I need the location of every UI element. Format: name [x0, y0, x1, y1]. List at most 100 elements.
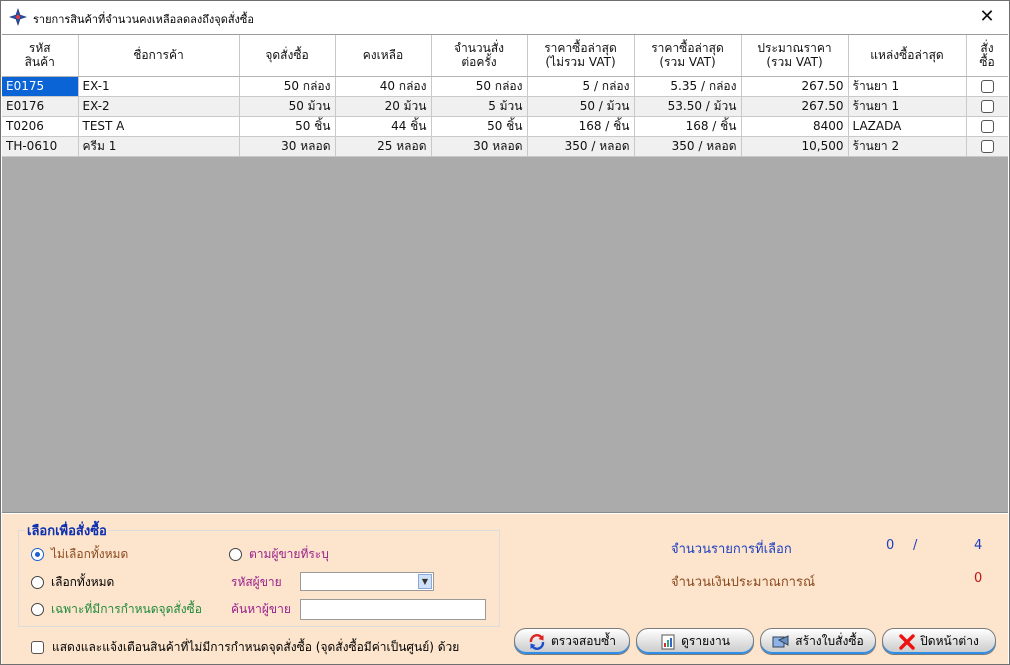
- cell-remaining[interactable]: 44 ชิ้น: [335, 116, 432, 137]
- purchase-order-icon: [772, 634, 789, 647]
- show-unset-reorder-checkbox[interactable]: [31, 641, 44, 654]
- cell-estimate[interactable]: 8400: [741, 116, 849, 137]
- cell-remaining[interactable]: 40 กล่อง: [335, 76, 432, 97]
- reorder-window: รายการสินค้าที่จำนวนคงเหลือลดลงถึงจุดสั่…: [0, 0, 1010, 665]
- table-row[interactable]: E0176 EX-2 50 ม้วน 20 ม้วน 5 ม้วน 50 / ม…: [2, 96, 1008, 117]
- vendor-search-input[interactable]: [300, 599, 486, 620]
- chevron-down-icon[interactable]: ▼: [418, 574, 432, 589]
- cell-estimate[interactable]: 267.50: [741, 96, 849, 117]
- order-checkbox[interactable]: [980, 80, 994, 93]
- col-header-order[interactable]: สั่ง ซื้อ: [966, 35, 1008, 77]
- radio-dot[interactable]: [31, 603, 44, 616]
- col-header-estimate[interactable]: ประมาณราคา (รวม VAT): [741, 35, 849, 77]
- cell-code[interactable]: TH-0610: [2, 136, 79, 157]
- check-again-button[interactable]: ตรวจสอบซ้ำ: [514, 628, 630, 655]
- close-window-label: ปิดหน้าต่าง: [920, 634, 979, 648]
- close-window-button[interactable]: ปิดหน้าต่าง: [882, 628, 996, 655]
- cell-reorder-point[interactable]: 30 หลอด: [239, 136, 336, 157]
- show-unset-reorder-option[interactable]: แสดงและแจ้งเตือนสินค้าที่ไม่มีการกำหนดจุ…: [31, 638, 459, 657]
- cell-price-inc-vat[interactable]: 53.50 / ม้วน: [634, 96, 742, 117]
- cell-estimate[interactable]: 267.50: [741, 76, 849, 97]
- estimated-amount-label: จำนวนเงินประมาณการณ์: [671, 575, 816, 590]
- close-icon: [899, 633, 915, 650]
- view-report-label: ดูรายงาน: [681, 634, 730, 648]
- cell-name[interactable]: TEST A: [78, 116, 240, 137]
- cell-price-inc-vat[interactable]: 5.35 / กล่อง: [634, 76, 742, 97]
- cell-order-qty[interactable]: 30 หลอด: [431, 136, 528, 157]
- cell-code[interactable]: T0206: [2, 116, 79, 137]
- view-report-button[interactable]: ดูรายงาน: [636, 628, 754, 655]
- order-checkbox[interactable]: [980, 120, 994, 133]
- select-group-title: เลือกเพื่อสั่งซื้อ: [25, 520, 109, 541]
- col-header-reorder-point[interactable]: จุดสั่งซื้อ: [239, 35, 336, 77]
- cell-reorder-point[interactable]: 50 ม้วน: [239, 96, 336, 117]
- selected-count-label: จำนวนรายการที่เลือก: [671, 542, 792, 557]
- cell-name[interactable]: EX-1: [78, 76, 240, 97]
- vendor-code-label: รหัสผู้ขาย: [231, 575, 282, 589]
- cell-source[interactable]: ร้านยา 1: [848, 96, 967, 117]
- cell-order-qty[interactable]: 50 ชิ้น: [431, 116, 528, 137]
- report-icon: [661, 634, 675, 649]
- col-header-code[interactable]: รหัส สินค้า: [2, 35, 79, 77]
- table-row[interactable]: E0175 EX-1 50 กล่อง 40 กล่อง 50 กล่อง 5 …: [2, 76, 1008, 97]
- grid-header-row: รหัส สินค้า ชื่อการค้า จุดสั่งซื้อ คงเหล…: [2, 35, 1008, 77]
- radio-select-none[interactable]: ไม่เลือกทั้งหมด: [31, 545, 128, 564]
- cell-order-checkbox[interactable]: [966, 116, 1008, 137]
- radio-by-vendor[interactable]: ตามผู้ขายที่ระบุ: [229, 545, 329, 564]
- radio-dot-selected[interactable]: [31, 548, 44, 561]
- window-title: รายการสินค้าที่จำนวนคงเหลือลดลงถึงจุดสั่…: [33, 13, 254, 26]
- cell-reorder-point[interactable]: 50 ชิ้น: [239, 116, 336, 137]
- estimated-amount-value: 0: [974, 571, 983, 586]
- col-header-name[interactable]: ชื่อการค้า: [78, 35, 240, 77]
- cell-price-ex-vat[interactable]: 50 / ม้วน: [527, 96, 635, 117]
- show-unset-reorder-label: แสดงและแจ้งเตือนสินค้าที่ไม่มีการกำหนดจุ…: [52, 640, 460, 654]
- cell-price-ex-vat[interactable]: 168 / ชิ้น: [527, 116, 635, 137]
- cell-price-ex-vat[interactable]: 350 / หลอด: [527, 136, 635, 157]
- cell-name[interactable]: EX-2: [78, 96, 240, 117]
- col-header-remaining[interactable]: คงเหลือ: [335, 35, 432, 77]
- cell-order-qty[interactable]: 5 ม้วน: [431, 96, 528, 117]
- radio-reorder-defined-only[interactable]: เฉพาะที่มีการกำหนดจุดสั่งซื้อ: [31, 600, 202, 619]
- table-row[interactable]: T0206 TEST A 50 ชิ้น 44 ชิ้น 50 ชิ้น 168…: [2, 116, 1008, 137]
- cell-order-checkbox[interactable]: [966, 136, 1008, 157]
- window-close-icon[interactable]: ✕: [967, 1, 1007, 32]
- col-header-order-qty[interactable]: จำนวนสั่ง ต่อครั้ง: [431, 35, 528, 77]
- col-header-price-inc-vat[interactable]: ราคาซื้อล่าสุด (รวม VAT): [634, 35, 742, 77]
- cell-remaining[interactable]: 25 หลอด: [335, 136, 432, 157]
- title-bar: รายการสินค้าที่จำนวนคงเหลือลดลงถึงจุดสั่…: [1, 1, 1009, 32]
- cell-source[interactable]: ร้านยา 1: [848, 76, 967, 97]
- cell-price-inc-vat[interactable]: 350 / หลอด: [634, 136, 742, 157]
- cell-name[interactable]: ครีม 1: [78, 136, 240, 157]
- selected-count-value: 0: [886, 538, 895, 553]
- cell-source[interactable]: LAZADA: [848, 116, 967, 137]
- cell-remaining[interactable]: 20 ม้วน: [335, 96, 432, 117]
- count-separator: /: [913, 538, 918, 553]
- product-grid-area: รหัส สินค้า ชื่อการค้า จุดสั่งซื้อ คงเหล…: [2, 34, 1008, 513]
- cell-code[interactable]: E0175: [2, 76, 79, 97]
- cell-code[interactable]: E0176: [2, 96, 79, 117]
- cell-estimate[interactable]: 10,500: [741, 136, 849, 157]
- cell-order-checkbox[interactable]: [966, 76, 1008, 97]
- col-header-price-ex-vat[interactable]: ราคาซื้อล่าสุด (ไม่รวม VAT): [527, 35, 635, 77]
- cell-price-ex-vat[interactable]: 5 / กล่อง: [527, 76, 635, 97]
- order-checkbox[interactable]: [980, 100, 994, 113]
- radio-label: ตามผู้ขายที่ระบุ: [249, 547, 329, 561]
- create-po-label: สร้างใบสั่งซื้อ: [795, 634, 864, 648]
- create-po-button[interactable]: สร้างใบสั่งซื้อ: [760, 628, 876, 655]
- order-checkbox[interactable]: [980, 140, 994, 153]
- cell-order-checkbox[interactable]: [966, 96, 1008, 117]
- bottom-panel: ไม่เลือกทั้งหมด เลือกทั้งหมด เฉพาะที่มีก…: [2, 514, 1008, 664]
- check-again-label: ตรวจสอบซ้ำ: [550, 634, 617, 648]
- cell-order-qty[interactable]: 50 กล่อง: [431, 76, 528, 97]
- cell-price-inc-vat[interactable]: 168 / ชิ้น: [634, 116, 742, 137]
- radio-select-all[interactable]: เลือกทั้งหมด: [31, 573, 114, 592]
- table-row[interactable]: TH-0610 ครีม 1 30 หลอด 25 หลอด 30 หลอด 3…: [2, 136, 1008, 157]
- radio-label: เลือกทั้งหมด: [51, 575, 115, 589]
- cell-reorder-point[interactable]: 50 กล่อง: [239, 76, 336, 97]
- cell-source[interactable]: ร้านยา 2: [848, 136, 967, 157]
- radio-label: เฉพาะที่มีการกำหนดจุดสั่งซื้อ: [51, 602, 202, 616]
- vendor-code-dropdown[interactable]: ▼: [300, 572, 434, 591]
- col-header-source[interactable]: แหล่งซื้อล่าสุด: [848, 35, 967, 77]
- radio-dot[interactable]: [31, 576, 44, 589]
- radio-dot[interactable]: [229, 548, 242, 561]
